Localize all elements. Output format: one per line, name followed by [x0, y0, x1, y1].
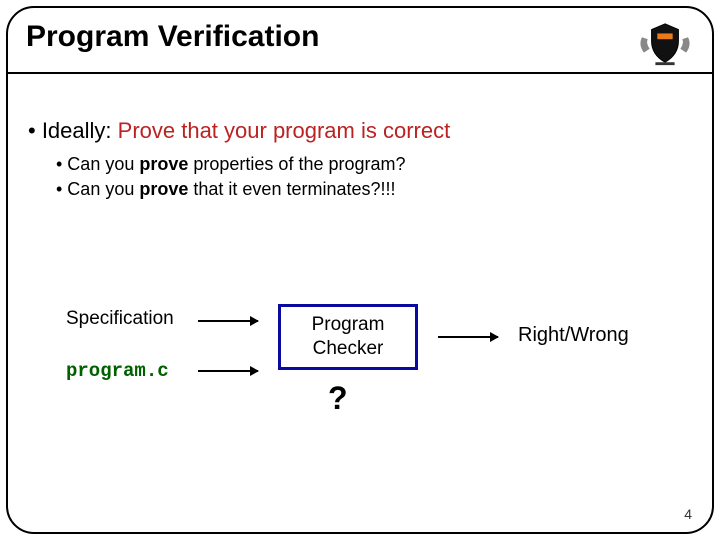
- specification-label: Specification: [66, 308, 174, 330]
- sub2-a: • Can you: [56, 179, 139, 199]
- sub1-prove: prove: [139, 154, 188, 174]
- title-bar: Program Verification: [8, 8, 712, 74]
- arrow-spec-to-checker: [198, 320, 258, 322]
- university-crest-icon: [636, 20, 694, 68]
- output-label: Right/Wrong: [518, 324, 629, 347]
- arrow-program-to-checker: [198, 370, 258, 372]
- sub2-c: that it even terminates?!!!: [188, 179, 395, 199]
- content-area: • Ideally: Prove that your program is co…: [28, 118, 692, 204]
- slide-title: Program Verification: [26, 20, 319, 54]
- bullet-main-emphasis: Prove that your program is correct: [118, 118, 451, 143]
- bullet-main-prefix: • Ideally:: [28, 118, 118, 143]
- program-checker-box: Program Checker: [278, 304, 418, 370]
- bullet-main: • Ideally: Prove that your program is co…: [28, 118, 692, 144]
- diagram: Specification program.c Program Checker …: [48, 288, 672, 428]
- sub2-prove: prove: [139, 179, 188, 199]
- page-number: 4: [684, 506, 692, 522]
- bullet-sub-2: • Can you prove that it even terminates?…: [56, 179, 692, 200]
- arrow-checker-to-output: [438, 336, 498, 338]
- slide-frame: Program Verification • Ideally: Prove th…: [6, 6, 714, 534]
- program-c-label: program.c: [66, 360, 169, 382]
- sub1-a: • Can you: [56, 154, 139, 174]
- checker-label: Program Checker: [281, 313, 415, 361]
- sub1-c: properties of the program?: [188, 154, 405, 174]
- bullet-sub-1: • Can you prove properties of the progra…: [56, 154, 692, 175]
- question-mark: ?: [328, 380, 348, 417]
